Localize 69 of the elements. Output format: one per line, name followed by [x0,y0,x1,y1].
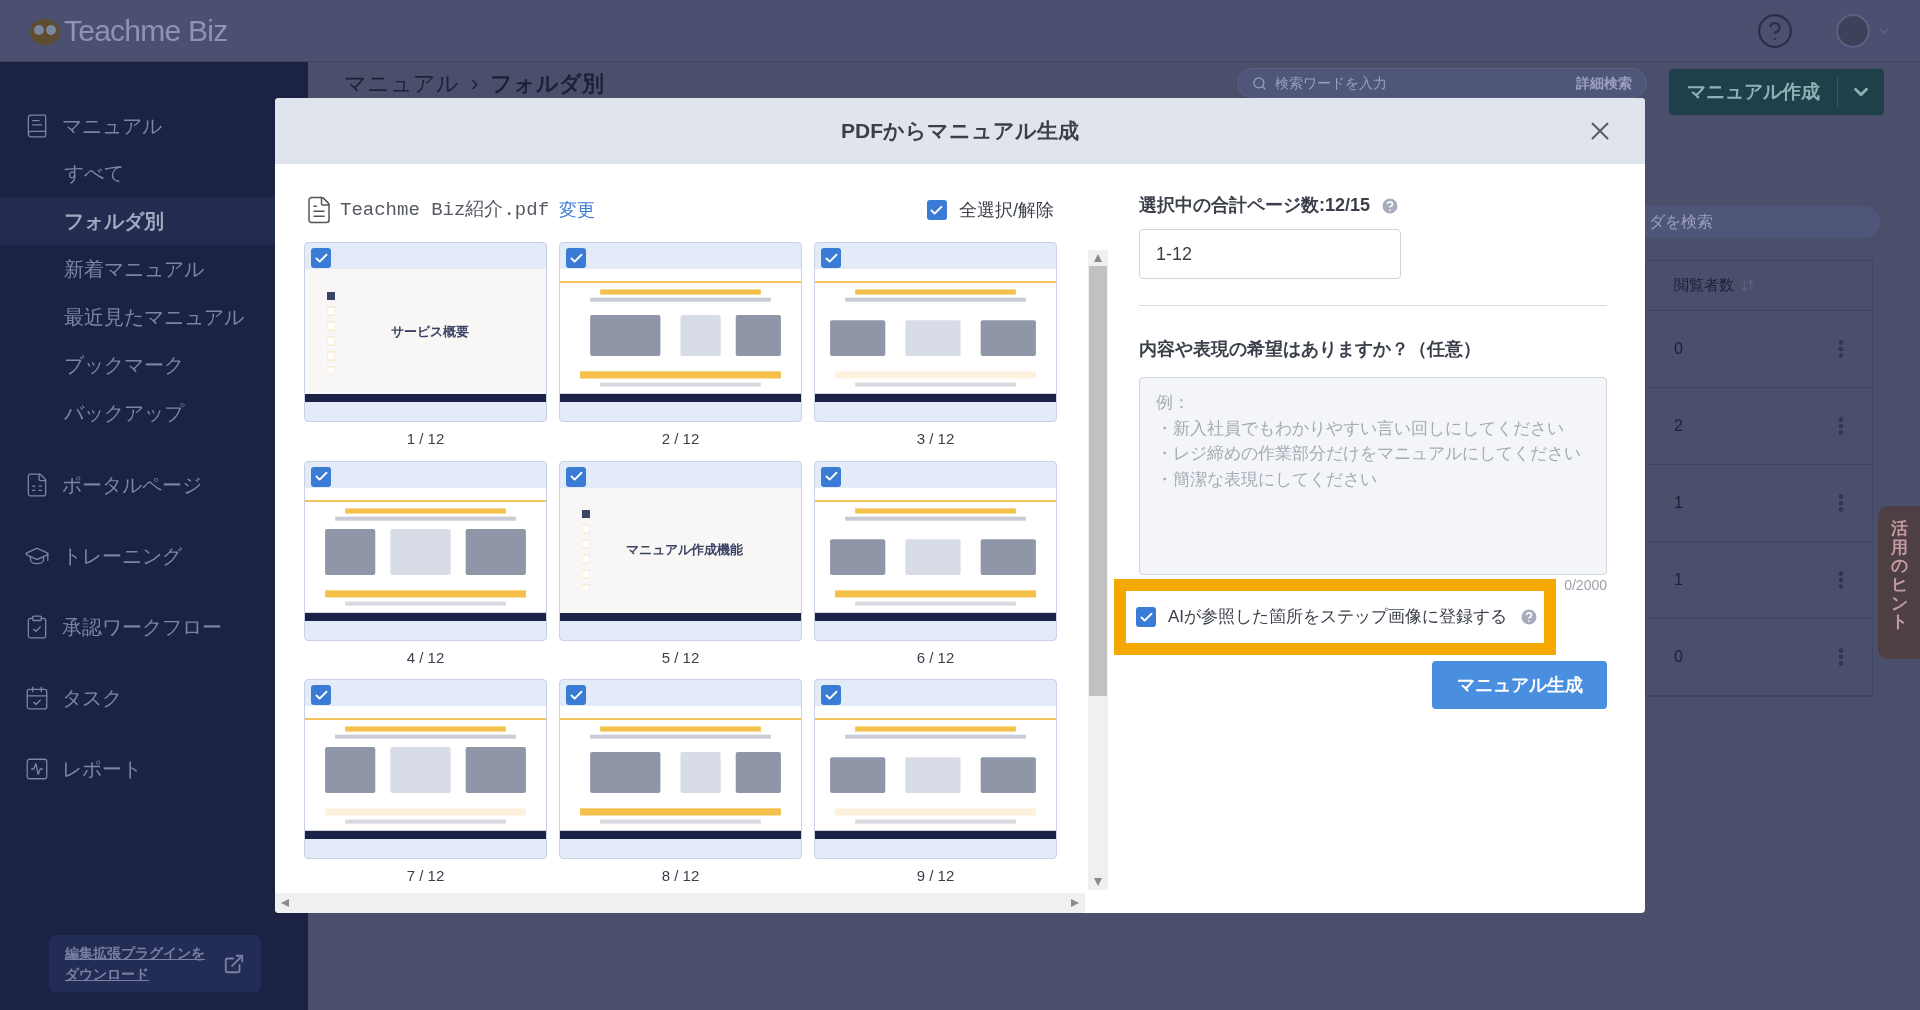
page-card[interactable] [814,242,1057,422]
file-name: Teachme Biz紹介.pdf [340,197,550,223]
page-number: 3 / 12 [916,429,955,449]
page-checkbox[interactable] [311,685,331,705]
page-checkbox[interactable] [566,466,586,487]
page-card[interactable] [304,679,547,859]
page-checkbox[interactable] [566,685,586,705]
slide-title: マニュアル作成機能 [625,541,744,560]
request-label: 内容や表現の希望はありますか？（任意） [1139,338,1482,361]
page-number: 7 / 12 [406,866,445,882]
checkmark-icon [823,469,839,484]
page-card[interactable] [559,242,802,422]
help-icon[interactable] [1519,607,1540,627]
register-images-checkbox[interactable] [1136,607,1156,627]
page-card[interactable] [304,460,547,641]
page-number: 1 / 12 [406,429,445,449]
page-checkbox[interactable] [311,248,331,268]
page-number: 9 / 12 [916,866,955,882]
slide-title: サービス概要 [389,322,470,341]
external-link-icon [223,952,245,975]
page-count-label: 選択中の合計ページ数:12/15 [1139,194,1371,217]
page-card[interactable] [814,460,1057,641]
page-card[interactable]: マニュアル作成機能 [559,460,802,641]
page-checkbox[interactable] [566,248,586,268]
page-checkbox[interactable] [821,685,841,705]
create-manual-button[interactable]: マニュアル作成 [1669,69,1884,115]
sidebar-item[interactable]: トレーニング [0,532,308,579]
dialog-title: PDFからマニュアル生成 [841,118,1079,145]
page-checkbox[interactable] [821,466,841,487]
select-all-checkbox[interactable] [927,200,947,220]
page-checkbox[interactable] [311,466,331,487]
page-number: 5 / 12 [661,647,700,668]
sidebar-item[interactable]: 承認ワークフロー [0,603,308,650]
request-textarea[interactable]: 例： ・新入社員でもわかりやすい言い回しにしてください ・レジ締めの作業部分だけをマニュアルにしてください ・簡潔な表現にしてください [1139,377,1607,575]
page-number: 8 / 12 [661,866,700,882]
page-range-field[interactable]: 1-12 [1139,229,1401,279]
scroll-left-arrow-icon[interactable] [281,899,289,907]
sidebar-item[interactable]: ポータルページ [0,461,308,508]
page-card[interactable]: サービス概要 [304,242,547,422]
character-counter: 0/2000 [1564,576,1607,595]
horizontal-scrollbar[interactable] [275,893,1085,913]
scroll-right-arrow-icon[interactable] [1071,899,1079,907]
sidebar-item[interactable]: マニュアル [0,102,308,149]
tips-side-tab[interactable]: 活用のヒント [1878,506,1920,659]
sidebar-item[interactable]: レポート [0,745,308,792]
brand-logo-text: Teachme Biz [64,13,228,49]
generate-manual-button[interactable]: マニュアル生成 [1432,661,1607,709]
sidebar-item[interactable]: タスク [0,674,308,721]
calendar-check-icon [24,684,50,711]
change-file-link[interactable]: 変更 [559,196,596,224]
search-field[interactable]: 検索ワードを入力 詳細検索 [1237,68,1647,98]
advanced-search-link[interactable]: 詳細検索 [1576,72,1632,94]
page-number: 4 / 12 [406,647,445,668]
scroll-up-arrow-icon[interactable] [1094,254,1102,262]
scroll-down-arrow-icon[interactable] [1094,878,1102,886]
checkmark-icon [313,469,329,484]
folder-search-field[interactable]: ダを検索 [1645,206,1880,238]
page-checkbox[interactable] [821,248,841,268]
search-icon [1252,75,1267,91]
help-icon[interactable] [1380,195,1401,216]
page-number: 6 / 12 [916,647,955,668]
page-number: 2 / 12 [661,429,700,449]
vertical-scrollbar[interactable] [1088,250,1108,890]
select-all-label: 全選択/解除 [959,198,1054,222]
register-images-label: AIが参照した箇所をステップ画像に登録する [1168,606,1508,629]
page-card[interactable] [559,679,802,859]
page-card[interactable] [814,679,1057,859]
breadcrumb-separator: › [471,69,479,98]
checkmark-icon [568,469,584,484]
